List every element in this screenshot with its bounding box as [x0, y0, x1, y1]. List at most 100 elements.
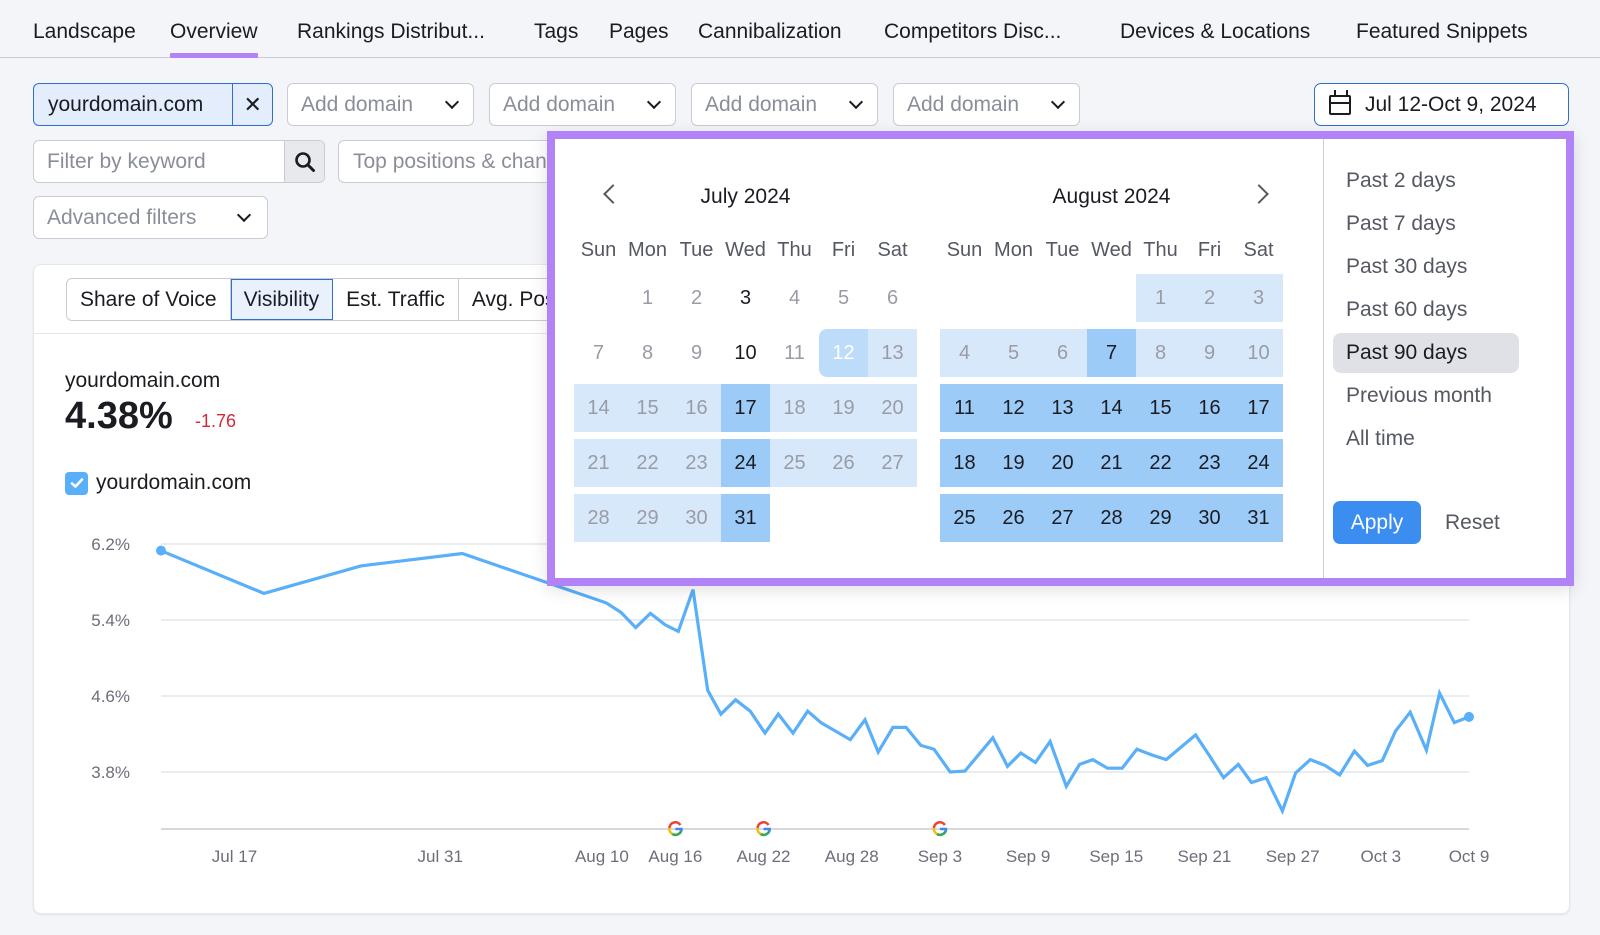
calendar-day[interactable]: 31 — [721, 494, 770, 542]
tab-featured-snippets[interactable]: Featured Snippets — [1356, 20, 1528, 44]
add-domain-dropdown[interactable]: Add domain — [691, 83, 878, 126]
keyword-filter-input[interactable] — [34, 141, 284, 182]
calendar-day[interactable]: 11 — [940, 384, 989, 432]
add-domain-dropdown[interactable]: Add domain — [489, 83, 676, 126]
tab-cannibalization[interactable]: Cannibalization — [698, 20, 842, 44]
tab-competitors-discovery[interactable]: Competitors Disc... — [884, 20, 1061, 44]
calendar-day[interactable]: 4 — [940, 329, 989, 377]
calendar-day[interactable]: 4 — [770, 274, 819, 322]
advanced-filters-dropdown[interactable]: Advanced filters — [33, 196, 268, 239]
calendar-day[interactable]: 21 — [574, 439, 623, 487]
calendar-day[interactable]: 25 — [940, 494, 989, 542]
calendar-day[interactable]: 26 — [989, 494, 1038, 542]
calendar-day[interactable]: 30 — [1185, 494, 1234, 542]
calendar-day[interactable]: 19 — [819, 384, 868, 432]
keyword-filter — [33, 140, 325, 183]
calendar-day[interactable]: 28 — [1087, 494, 1136, 542]
x-tick-label: Oct 9 — [1449, 847, 1490, 866]
preset-past-2-days[interactable]: Past 2 days — [1333, 161, 1519, 201]
calendar-day[interactable]: 3 — [1234, 274, 1283, 322]
date-range-button[interactable]: Jul 12-Oct 9, 2024 — [1314, 83, 1569, 126]
weekday-label: Mon — [994, 239, 1033, 261]
weekday-label: Mon — [628, 239, 667, 261]
calendar-day[interactable]: 10 — [721, 329, 770, 377]
add-domain-label: Add domain — [503, 92, 616, 116]
y-tick-label: 3.8% — [91, 763, 130, 782]
tab-devices-locations[interactable]: Devices & Locations — [1120, 20, 1310, 44]
calendar-day[interactable]: 21 — [1087, 439, 1136, 487]
calendar-day[interactable]: 23 — [1185, 439, 1234, 487]
add-domain-dropdown[interactable]: Add domain — [287, 83, 474, 126]
calendar-day[interactable]: 15 — [623, 384, 672, 432]
calendar-day[interactable]: 22 — [623, 439, 672, 487]
preset-past-60-days[interactable]: Past 60 days — [1333, 290, 1519, 330]
calendar-day[interactable]: 16 — [672, 384, 721, 432]
calendar-day[interactable]: 20 — [868, 384, 917, 432]
calendar-day[interactable]: 10 — [1234, 329, 1283, 377]
calendar-day[interactable]: 28 — [574, 494, 623, 542]
calendar-day[interactable]: 5 — [819, 274, 868, 322]
calendar-day[interactable]: 8 — [623, 329, 672, 377]
y-tick-label: 5.4% — [91, 611, 130, 630]
tab-pages[interactable]: Pages — [609, 20, 669, 44]
tab-overview[interactable]: Overview — [170, 20, 258, 58]
calendar-day[interactable]: 27 — [1038, 494, 1087, 542]
calendar-day[interactable]: 12 — [819, 329, 868, 377]
calendar-day[interactable]: 26 — [819, 439, 868, 487]
preset-previous-month[interactable]: Previous month — [1333, 376, 1519, 416]
calendar-day[interactable]: 9 — [1185, 329, 1234, 377]
calendar-day[interactable]: 12 — [989, 384, 1038, 432]
calendar-day[interactable]: 18 — [770, 384, 819, 432]
calendar-day[interactable]: 1 — [1136, 274, 1185, 322]
calendar-day[interactable]: 31 — [1234, 494, 1283, 542]
calendar-day[interactable]: 2 — [1185, 274, 1234, 322]
calendar-day[interactable]: 7 — [574, 329, 623, 377]
calendar-day[interactable]: 3 — [721, 274, 770, 322]
calendar-day[interactable]: 16 — [1185, 384, 1234, 432]
calendar-day[interactable]: 9 — [672, 329, 721, 377]
calendar-day[interactable]: 29 — [1136, 494, 1185, 542]
calendar-day[interactable]: 6 — [1038, 329, 1087, 377]
calendar-day[interactable]: 5 — [989, 329, 1038, 377]
calendar-day[interactable]: 24 — [1234, 439, 1283, 487]
calendar-day[interactable]: 11 — [770, 329, 819, 377]
calendar-day[interactable]: 17 — [1234, 384, 1283, 432]
search-button[interactable] — [284, 141, 324, 182]
calendar-day[interactable]: 1 — [623, 274, 672, 322]
weekday-header: Sun Mon Tue Wed Thu Fri Sat — [940, 239, 1283, 262]
calendar-day[interactable]: 22 — [1136, 439, 1185, 487]
close-icon[interactable]: ✕ — [232, 84, 272, 125]
add-domain-dropdown[interactable]: Add domain — [893, 83, 1080, 126]
calendar-day[interactable]: 2 — [672, 274, 721, 322]
apply-button[interactable]: Apply — [1333, 501, 1421, 544]
calendar-day[interactable]: 23 — [672, 439, 721, 487]
calendar-day[interactable]: 14 — [1087, 384, 1136, 432]
add-domain-label: Add domain — [705, 92, 818, 116]
calendar-day[interactable]: 19 — [989, 439, 1038, 487]
calendar-day[interactable]: 24 — [721, 439, 770, 487]
preset-past-90-days[interactable]: Past 90 days — [1333, 333, 1519, 373]
preset-past-7-days[interactable]: Past 7 days — [1333, 204, 1519, 244]
calendar-day[interactable]: 30 — [672, 494, 721, 542]
calendar-day[interactable]: 7 — [1087, 329, 1136, 377]
preset-past-30-days[interactable]: Past 30 days — [1333, 247, 1519, 287]
tab-landscape[interactable]: Landscape — [33, 20, 136, 44]
calendar-day[interactable]: 13 — [868, 329, 917, 377]
calendar-day[interactable]: 18 — [940, 439, 989, 487]
chevron-down-icon — [848, 94, 864, 110]
calendar-day[interactable]: 25 — [770, 439, 819, 487]
x-tick-label: Aug 22 — [737, 847, 791, 866]
calendar-day[interactable]: 20 — [1038, 439, 1087, 487]
calendar-day[interactable]: 6 — [868, 274, 917, 322]
calendar-day[interactable]: 29 — [623, 494, 672, 542]
tab-rankings-distribution[interactable]: Rankings Distribut... — [297, 20, 485, 44]
calendar-day[interactable]: 17 — [721, 384, 770, 432]
calendar-day[interactable]: 8 — [1136, 329, 1185, 377]
calendar-day[interactable]: 15 — [1136, 384, 1185, 432]
preset-all-time[interactable]: All time — [1333, 419, 1519, 459]
reset-button[interactable]: Reset — [1445, 501, 1500, 544]
calendar-day[interactable]: 27 — [868, 439, 917, 487]
tab-tags[interactable]: Tags — [534, 20, 578, 44]
calendar-day[interactable]: 14 — [574, 384, 623, 432]
calendar-day[interactable]: 13 — [1038, 384, 1087, 432]
